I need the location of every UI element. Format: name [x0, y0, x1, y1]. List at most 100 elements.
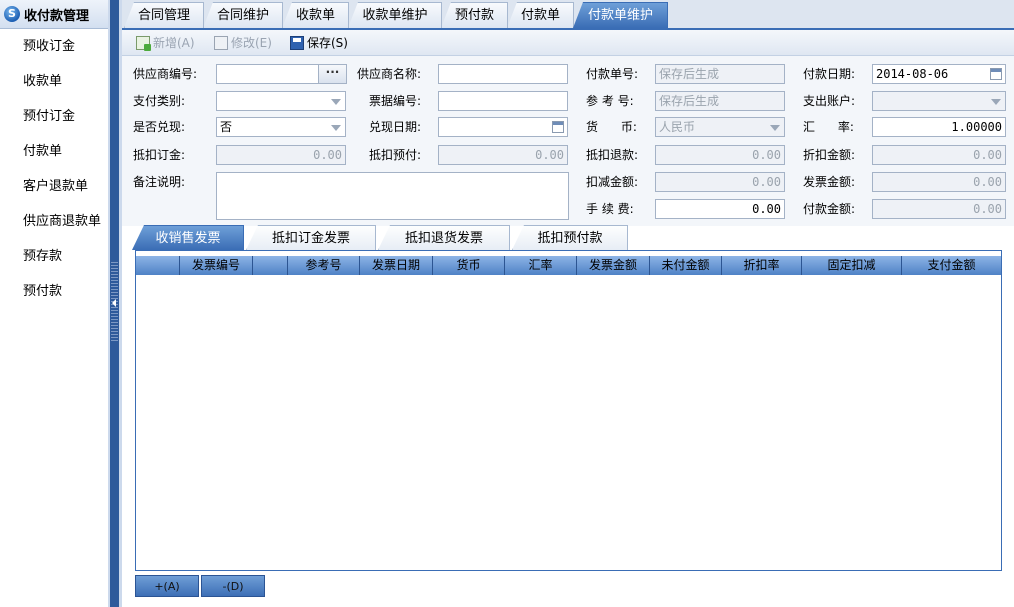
pay-amount-label: 付款金额: [803, 202, 856, 216]
grid-col-blank[interactable] [253, 256, 288, 275]
supplier-code-input[interactable]: ··· [216, 64, 347, 84]
tab-deposit-offset-invoice[interactable]: 抵扣订金发票 [246, 225, 376, 250]
payment-no-input: 保存后生成 [655, 64, 785, 84]
currency-select[interactable]: 人民币 [655, 117, 785, 137]
grid-col-exchange-rate[interactable]: 汇率 [505, 256, 577, 275]
sidebar: S 收付款管理 预收订金 收款单 预付订金 付款单 客户退款单 供应商退款单 预… [0, 0, 108, 607]
grid-col-currency[interactable]: 货币 [433, 256, 505, 275]
grid-col-invoice-amount[interactable]: 发票金额 [577, 256, 650, 275]
sidebar-item-customer-refund[interactable]: 客户退款单 [0, 169, 108, 204]
grid-col-selector[interactable] [136, 256, 180, 275]
calendar-icon[interactable] [990, 68, 1002, 80]
sidebar-title: 收付款管理 [24, 8, 90, 24]
toolbar: 新增(A) 修改(E) 保存(S) [122, 30, 1014, 56]
offset-deposit-label: 抵扣订金: [133, 148, 186, 162]
cash-date-label: 兑现日期: [369, 120, 422, 134]
tab-prepayment[interactable]: 预付款 [441, 2, 508, 28]
payment-form: 供应商编号: ··· 供应商名称: 付款单号: 保存后生成 付款日期: 2014… [122, 56, 1014, 226]
sidebar-item-receipt[interactable]: 收款单 [0, 64, 108, 99]
fee-input[interactable]: 0.00 [655, 199, 785, 219]
calendar-icon[interactable] [552, 121, 564, 133]
remark-label: 备注说明: [133, 175, 186, 189]
add-document-icon [136, 36, 151, 51]
payment-date-value: 2014-08-06 [876, 67, 949, 81]
grid-col-invoice-date[interactable]: 发票日期 [360, 256, 433, 275]
exchange-rate-input[interactable]: 1.00000 [872, 117, 1006, 137]
invoice-amount-label: 发票金额: [803, 175, 856, 189]
sidebar-header: S 收付款管理 [0, 0, 108, 29]
is-cashed-select[interactable]: 否 [216, 117, 346, 137]
fee-label: 手 续 费: [586, 202, 634, 216]
chevron-down-icon [331, 99, 341, 105]
grid-col-ref-no[interactable]: 参考号 [288, 256, 360, 275]
save-disk-icon [290, 36, 304, 50]
chevron-down-icon [991, 99, 1001, 105]
collapse-arrow-icon[interactable] [112, 299, 116, 307]
currency-label: 货 币: [586, 120, 637, 134]
sidebar-item-advance-payment-deposit[interactable]: 预付订金 [0, 99, 108, 134]
sidebar-item-payment[interactable]: 付款单 [0, 134, 108, 169]
main-panel: 合同管理 合同维护 收款单 收款单维护 预付款 付款单 付款单维护 新增(A) … [122, 0, 1014, 607]
save-button[interactable]: 保存(S) [290, 34, 348, 52]
add-row-button[interactable]: +(A) [135, 575, 199, 597]
bill-no-label: 票据编号: [369, 94, 422, 108]
cash-date-input[interactable] [438, 117, 568, 137]
is-cashed-value: 否 [220, 120, 233, 134]
payment-date-label: 付款日期: [803, 67, 856, 81]
sidebar-splitter[interactable] [108, 0, 122, 607]
invoice-amount-input: 0.00 [872, 172, 1006, 192]
sidebar-item-supplier-refund[interactable]: 供应商退款单 [0, 204, 108, 239]
delete-row-button[interactable]: -(D) [201, 575, 265, 597]
edit-button-label: 修改(E) [231, 36, 272, 50]
tab-prepay-offset[interactable]: 抵扣预付款 [512, 225, 628, 250]
expense-account-label: 支出账户: [803, 94, 856, 108]
tab-sales-invoice[interactable]: 收销售发票 [132, 225, 244, 250]
invoice-tabs: 收销售发票 抵扣订金发票 抵扣退货发票 抵扣预付款 [132, 225, 1002, 250]
pay-type-label: 支付类别: [133, 94, 186, 108]
tab-payment-maintenance[interactable]: 付款单维护 [573, 2, 668, 28]
supplier-name-input[interactable] [438, 64, 568, 84]
bill-no-input[interactable] [438, 91, 568, 111]
edit-button[interactable]: 修改(E) [214, 34, 272, 52]
tab-receipt[interactable]: 收款单 [282, 2, 349, 28]
tab-contract-management[interactable]: 合同管理 [124, 2, 204, 28]
tab-receipt-maintenance[interactable]: 收款单维护 [348, 2, 442, 28]
expense-account-select[interactable] [872, 91, 1006, 111]
save-button-label: 保存(S) [307, 36, 348, 50]
add-button[interactable]: 新增(A) [136, 34, 195, 52]
remark-textarea[interactable] [216, 172, 569, 220]
sidebar-item-prepayment[interactable]: 预付款 [0, 274, 108, 309]
invoice-grid[interactable]: 发票编号 参考号 发票日期 货币 汇率 发票金额 未付金额 折扣率 固定扣减 支… [135, 250, 1002, 571]
pay-type-select[interactable] [216, 91, 346, 111]
deduct-amount-label: 扣减金额: [586, 175, 639, 189]
offset-prepay-label: 抵扣预付: [369, 148, 422, 162]
offset-prepay-input: 0.00 [438, 145, 568, 165]
tab-return-offset-invoice[interactable]: 抵扣退货发票 [378, 225, 510, 250]
grid-col-discount-rate[interactable]: 折扣率 [722, 256, 802, 275]
is-cashed-label: 是否兑现: [133, 120, 186, 134]
sidebar-item-advance-receipt[interactable]: 预收订金 [0, 29, 108, 64]
discount-amount-label: 折扣金额: [803, 148, 856, 162]
sidebar-item-deposit[interactable]: 预存款 [0, 239, 108, 274]
deduct-amount-input: 0.00 [655, 172, 785, 192]
payment-date-input[interactable]: 2014-08-06 [872, 64, 1006, 84]
tab-contract-maintenance[interactable]: 合同维护 [203, 2, 283, 28]
browse-supplier-button[interactable]: ··· [318, 65, 346, 83]
grid-col-pay-amount[interactable]: 支付金额 [902, 256, 1001, 275]
discount-amount-input: 0.00 [872, 145, 1006, 165]
pay-amount-input: 0.00 [872, 199, 1006, 219]
currency-value: 人民币 [659, 120, 696, 134]
offset-refund-label: 抵扣退款: [586, 148, 639, 162]
tab-payment[interactable]: 付款单 [507, 2, 574, 28]
exchange-rate-label: 汇 率: [803, 120, 854, 134]
supplier-code-label: 供应商编号: [133, 67, 198, 81]
add-button-label: 新增(A) [153, 36, 195, 50]
supplier-name-label: 供应商名称: [357, 67, 422, 81]
ref-no-input: 保存后生成 [655, 91, 785, 111]
tab-bar: 合同管理 合同维护 收款单 收款单维护 预付款 付款单 付款单维护 [122, 0, 1014, 30]
app-logo-icon: S [4, 6, 20, 22]
grid-col-unpaid-amount[interactable]: 未付金额 [650, 256, 722, 275]
grid-col-fixed-deduction[interactable]: 固定扣减 [802, 256, 902, 275]
grid-col-invoice-no[interactable]: 发票编号 [180, 256, 253, 275]
chevron-down-icon [331, 125, 341, 131]
